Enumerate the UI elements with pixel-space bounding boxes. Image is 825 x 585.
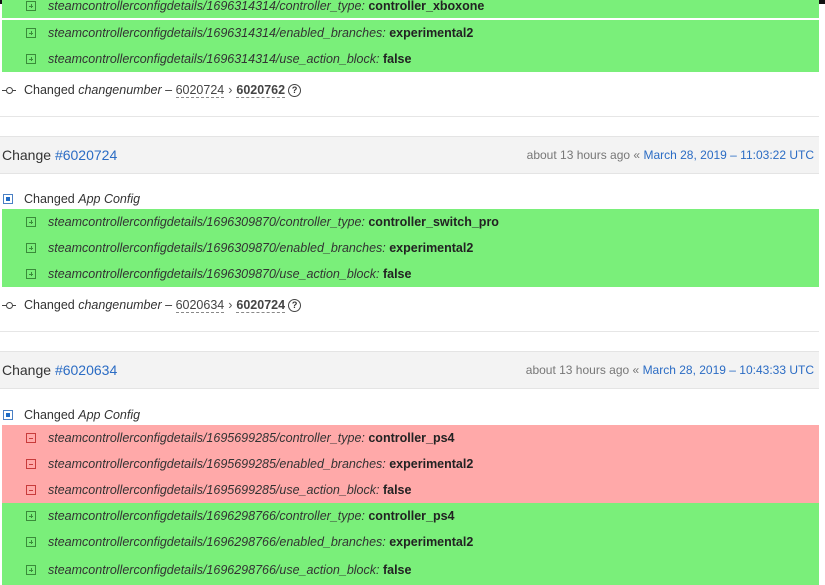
divider xyxy=(0,116,819,117)
diff-value: experimental2 xyxy=(389,26,474,40)
changenumber-field: changenumber xyxy=(78,83,162,97)
config-icon xyxy=(3,410,13,420)
change-title: Change #6020724 xyxy=(0,147,117,163)
dash: – xyxy=(165,298,173,312)
diff-key: steamcontrollerconfigdetails/1695699285/… xyxy=(48,457,386,471)
relative-time: about 13 hours ago xyxy=(526,148,631,162)
diff-row-added: steamcontrollerconfigdetails/1696298766/… xyxy=(2,503,819,529)
diff-row-removed: steamcontrollerconfigdetails/1695699285/… xyxy=(2,451,819,477)
change-number-link[interactable]: #6020724 xyxy=(55,147,117,163)
diff-row-added: steamcontrollerconfigdetails/1696298766/… xyxy=(2,529,819,555)
diff-key: steamcontrollerconfigdetails/1696309870/… xyxy=(48,267,380,281)
change-header: Change #6020724 about 13 hours ago « Mar… xyxy=(0,136,819,174)
diff-row-removed: steamcontrollerconfigdetails/1695699285/… xyxy=(2,477,819,503)
diff-value: controller_ps4 xyxy=(368,431,455,445)
arrow: › xyxy=(228,83,233,97)
change-time: about 13 hours ago « March 28, 2019 – 11… xyxy=(527,148,819,162)
plus-icon xyxy=(26,511,36,521)
changenumber-line: Changed changenumber – 6020724 › 6020762… xyxy=(2,80,302,100)
changed-label: Changed xyxy=(24,192,75,206)
diff-key: steamcontrollerconfigdetails/1696298766/… xyxy=(48,535,386,549)
diff-row-added: steamcontrollerconfigdetails/1696309870/… xyxy=(2,209,819,235)
diff-row-added: steamcontrollerconfigdetails/1696309870/… xyxy=(2,261,819,287)
old-changenumber[interactable]: 6020634 xyxy=(175,298,225,313)
dash: – xyxy=(165,83,173,97)
diff-key: steamcontrollerconfigdetails/1695699285/… xyxy=(48,431,365,445)
diff-key: steamcontrollerconfigdetails/1696314314/… xyxy=(48,0,365,13)
plus-icon xyxy=(26,1,36,11)
config-name: App Config xyxy=(78,192,141,206)
changenumber-field: changenumber xyxy=(78,298,162,312)
diff-value: experimental2 xyxy=(389,457,474,471)
diff-key: steamcontrollerconfigdetails/1696298766/… xyxy=(48,509,365,523)
diff-value: false xyxy=(382,52,412,66)
diff-key: steamcontrollerconfigdetails/1696309870/… xyxy=(48,241,386,255)
diff-row-added: steamcontrollerconfigdetails/1696314314/… xyxy=(2,46,819,72)
diff-key: steamcontrollerconfigdetails/1696314314/… xyxy=(48,26,386,40)
changenumber-line: Changed changenumber – 6020634 › 6020724… xyxy=(2,295,302,315)
plus-icon xyxy=(26,269,36,279)
commit-icon xyxy=(2,300,16,310)
divider xyxy=(0,331,819,332)
diff-value: false xyxy=(382,267,412,281)
minus-icon xyxy=(26,459,36,469)
old-changenumber[interactable]: 6020724 xyxy=(175,83,225,98)
minus-icon xyxy=(26,485,36,495)
minus-icon xyxy=(26,433,36,443)
time-sep: « xyxy=(633,148,641,162)
config-name: App Config xyxy=(78,408,141,422)
diff-key: steamcontrollerconfigdetails/1696309870/… xyxy=(48,215,365,229)
changed-label: Changed xyxy=(24,83,75,97)
help-icon[interactable]: ? xyxy=(288,298,302,312)
changed-label: Changed xyxy=(24,408,75,422)
config-icon xyxy=(3,194,13,204)
date-link[interactable]: March 28, 2019 – 10:43:33 UTC xyxy=(643,363,814,377)
change-title-prefix: Change xyxy=(2,362,52,378)
date-link[interactable]: March 28, 2019 – 11:03:22 UTC xyxy=(643,148,814,162)
help-icon[interactable]: ? xyxy=(288,83,302,97)
diff-row-removed: steamcontrollerconfigdetails/1695699285/… xyxy=(2,425,819,451)
diff-row-added: steamcontrollerconfigdetails/1696309870/… xyxy=(2,235,819,261)
plus-icon xyxy=(26,217,36,227)
change-title: Change #6020634 xyxy=(0,362,117,378)
changed-label: Changed xyxy=(24,298,75,312)
plus-icon xyxy=(26,537,36,547)
new-changenumber[interactable]: 6020724 xyxy=(236,298,286,313)
plus-icon xyxy=(26,565,36,575)
time-sep: « xyxy=(632,363,640,377)
diff-value: experimental2 xyxy=(389,241,474,255)
relative-time: about 13 hours ago xyxy=(525,363,630,377)
change-header: Change #6020634 about 13 hours ago « Mar… xyxy=(0,351,819,389)
diff-row-added: steamcontrollerconfigdetails/1696298766/… xyxy=(2,555,819,585)
diff-row-added: steamcontrollerconfigdetails/1696314314/… xyxy=(2,0,819,18)
change-time: about 13 hours ago « March 28, 2019 – 10… xyxy=(526,363,819,377)
change-number-link[interactable]: #6020634 xyxy=(55,362,117,378)
diff-key: steamcontrollerconfigdetails/1696314314/… xyxy=(48,52,380,66)
diff-value: controller_ps4 xyxy=(368,509,455,523)
plus-icon xyxy=(26,54,36,64)
diff-key: steamcontrollerconfigdetails/1696298766/… xyxy=(48,563,380,577)
diff-row-added: steamcontrollerconfigdetails/1696314314/… xyxy=(2,20,819,46)
plus-icon xyxy=(26,243,36,253)
diff-value: controller_switch_pro xyxy=(368,215,499,229)
diff-value: false xyxy=(382,563,412,577)
arrow: › xyxy=(228,298,233,312)
diff-value: controller_xboxone xyxy=(368,0,485,13)
new-changenumber[interactable]: 6020762 xyxy=(236,83,286,98)
diff-value: false xyxy=(382,483,412,497)
commit-icon xyxy=(2,85,16,95)
change-title-prefix: Change xyxy=(2,147,52,163)
diff-value: experimental2 xyxy=(389,535,474,549)
diff-key: steamcontrollerconfigdetails/1695699285/… xyxy=(48,483,380,497)
plus-icon xyxy=(26,28,36,38)
config-line: Changed App Config xyxy=(2,405,140,425)
config-line: Changed App Config xyxy=(2,189,140,209)
